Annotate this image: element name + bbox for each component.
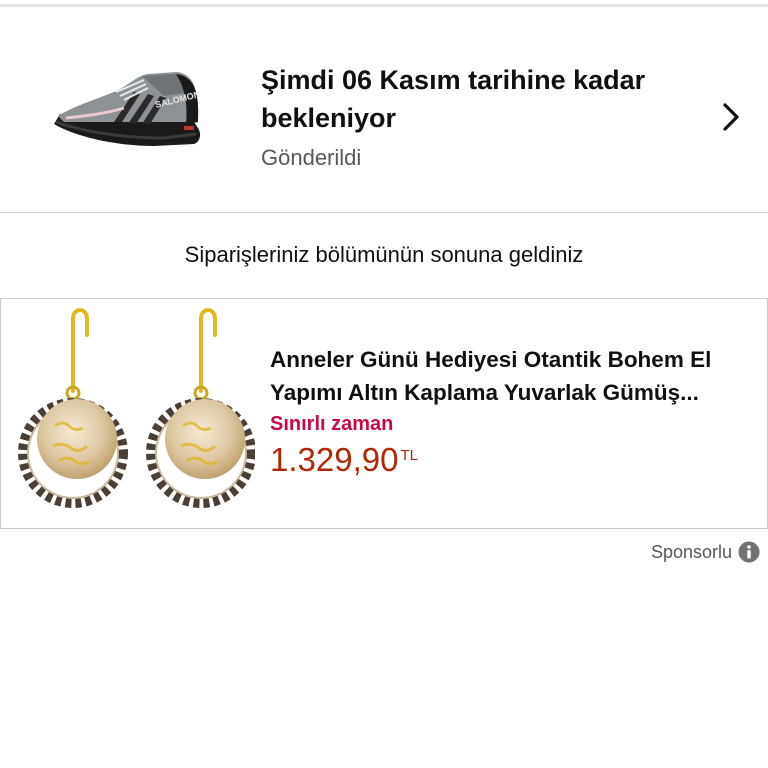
sponsored-label-button[interactable]: Sponsorlu	[651, 541, 760, 563]
order-status: Gönderildi	[261, 145, 362, 170]
order-title: Şimdi 06 Kasım tarihine kadar bekleniyor	[261, 65, 646, 133]
price-currency: TL	[400, 447, 418, 464]
section-divider	[0, 212, 768, 213]
price-amount: 1.329,90	[270, 441, 399, 478]
info-icon[interactable]	[738, 541, 760, 563]
ad-price: 1.329,90 TL	[270, 441, 418, 479]
sponsored-label: Sponsorlu	[650, 541, 732, 562]
end-of-orders-message: Siparişleriniz bölümünün sonuna geldiniz	[184, 242, 584, 267]
running-shoe-image: SALOMON	[54, 72, 201, 146]
limited-time-badge: Sınırlı zaman	[270, 413, 394, 435]
earrings-image	[18, 308, 255, 508]
chevron-right-icon[interactable]	[720, 101, 744, 133]
order-card[interactable]: SALOMON Şimdi 06 Kasım tarihine kadar be…	[0, 7, 768, 213]
sponsored-ad-card[interactable]: Anneler Günü Hediyesi Otantik Bohem El Y…	[0, 298, 768, 529]
ad-title: Anneler Günü Hediyesi Otantik Bohem El Y…	[270, 347, 712, 405]
